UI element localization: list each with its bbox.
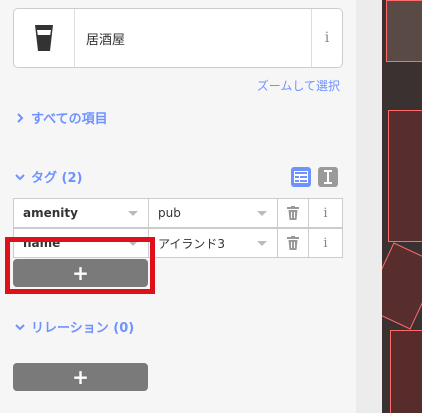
trash-icon bbox=[287, 206, 299, 220]
tag-value-text: pub bbox=[158, 206, 181, 220]
panel-scrollbar[interactable] bbox=[356, 0, 382, 413]
delete-tag-button[interactable] bbox=[278, 199, 309, 227]
tag-key-input[interactable]: amenity bbox=[14, 199, 149, 227]
add-relation-button[interactable]: + bbox=[13, 363, 148, 391]
zoom-to-selection-link[interactable]: ズームして選択 bbox=[257, 77, 340, 94]
tag-value-text: アイランド3 bbox=[158, 236, 226, 251]
map-building bbox=[388, 110, 422, 242]
all-fields-toggle[interactable]: すべての項目 bbox=[13, 108, 108, 127]
tag-value-input[interactable]: pub bbox=[149, 199, 278, 227]
map-building bbox=[386, 0, 422, 62]
combo-caret-icon bbox=[128, 211, 138, 216]
highlight-box bbox=[5, 237, 155, 294]
trash-icon bbox=[287, 236, 299, 250]
relations-title: リレーション (0) bbox=[31, 321, 135, 336]
tag-info-button[interactable]: i bbox=[309, 229, 342, 257]
combo-caret-icon bbox=[257, 211, 267, 216]
tag-info-button[interactable]: i bbox=[309, 199, 342, 227]
chevron-down-icon bbox=[15, 173, 25, 180]
preset-name: 居酒屋 bbox=[86, 32, 126, 48]
tag-row: amenity pub i bbox=[13, 198, 343, 228]
preset-card[interactable]: 居酒屋 i bbox=[13, 8, 343, 68]
map-view[interactable] bbox=[382, 0, 422, 413]
combo-caret-icon bbox=[257, 241, 267, 246]
delete-tag-button[interactable] bbox=[278, 229, 309, 257]
map-building bbox=[390, 330, 422, 413]
relations-toggle[interactable]: リレーション (0) bbox=[13, 317, 134, 336]
all-fields-label: すべての項目 bbox=[31, 112, 108, 127]
chevron-right-icon bbox=[17, 112, 24, 123]
text-view-icon[interactable] bbox=[318, 167, 338, 187]
beer-glass-icon bbox=[14, 9, 75, 67]
tag-view-toggle bbox=[291, 167, 338, 187]
tag-value-input[interactable]: アイランド3 bbox=[149, 229, 278, 257]
inspector-panel: 居酒屋 i ズームして選択 すべての項目 タグ (2) amenity pub … bbox=[0, 0, 356, 413]
preset-info-button[interactable]: i bbox=[311, 9, 342, 67]
map-building bbox=[382, 242, 422, 330]
chevron-down-icon bbox=[15, 323, 25, 330]
tags-title: タグ (2) bbox=[31, 171, 83, 186]
list-view-icon[interactable] bbox=[291, 167, 311, 187]
tags-toggle[interactable]: タグ (2) bbox=[13, 167, 82, 186]
tag-key-text: amenity bbox=[23, 206, 78, 220]
